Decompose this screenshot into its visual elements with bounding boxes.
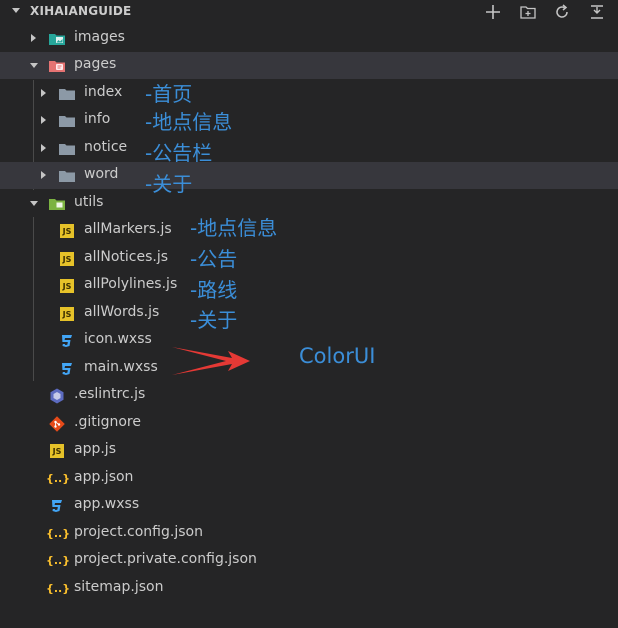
annotation-allmarkers: -地点信息 — [190, 216, 278, 240]
tree-item-label: allMarkers.js — [84, 221, 172, 237]
red-arrow-icon — [170, 344, 252, 382]
js-file-icon: JS — [58, 305, 76, 323]
tree-item-label: app.wxss — [74, 496, 140, 512]
tree-item-word[interactable]: word — [0, 162, 618, 189]
tree-item-eslintrc[interactable]: .eslintrc.js — [0, 382, 618, 409]
tree-item-label: project.config.json — [74, 524, 203, 540]
tree-item-sitemap[interactable]: {..} sitemap.json — [0, 575, 618, 602]
tree-item-label: word — [84, 166, 119, 182]
json-file-icon: {..} — [46, 472, 71, 485]
chevron-right-icon — [31, 34, 36, 42]
tree-item-images[interactable]: images — [0, 25, 618, 52]
chevron-right-icon — [41, 171, 46, 179]
images-folder-icon — [48, 30, 66, 48]
annotation-allnotices: -公告 — [190, 247, 238, 271]
chevron-down-icon — [30, 201, 38, 206]
eslint-icon — [48, 387, 66, 405]
collapse-chevron-icon[interactable] — [12, 8, 20, 13]
tree-item-label: app.js — [74, 441, 116, 457]
tree-item-label: images — [74, 29, 125, 45]
tree-item-allpolylines[interactable]: JS allPolylines.js — [0, 272, 618, 299]
tree-item-label: notice — [84, 139, 128, 155]
js-file-icon: JS — [58, 222, 76, 240]
tree-item-pages[interactable]: pages — [0, 52, 618, 79]
tree-item-label: icon.wxss — [84, 331, 152, 347]
git-icon — [48, 415, 66, 433]
tree-item-label: allWords.js — [84, 304, 160, 320]
tree-item-label: main.wxss — [84, 359, 158, 375]
tree-item-info[interactable]: info — [0, 107, 618, 134]
js-badge: JS — [60, 307, 74, 321]
tree-item-label: app.json — [74, 469, 134, 485]
tree-item-app-js[interactable]: JS app.js — [0, 437, 618, 464]
tree-item-label: allNotices.js — [84, 249, 169, 265]
tree-item-app-json[interactable]: {..} app.json — [0, 465, 618, 492]
new-file-icon[interactable] — [484, 3, 502, 21]
folder-icon — [58, 85, 76, 103]
chevron-right-icon — [41, 89, 46, 97]
tree-item-label: allPolylines.js — [84, 276, 178, 292]
css-file-icon — [58, 332, 76, 350]
new-folder-icon[interactable] — [519, 3, 537, 21]
tree-item-label: pages — [74, 56, 117, 72]
js-file-icon: JS — [58, 250, 76, 268]
js-file-icon: JS — [48, 442, 66, 460]
js-badge: JS — [60, 224, 74, 238]
tree-item-project-config[interactable]: {..} project.config.json — [0, 520, 618, 547]
explorer-header: XIHAIANGUIDE — [0, 0, 618, 24]
css-file-icon — [48, 497, 66, 515]
js-badge: JS — [50, 444, 64, 458]
css-file-icon — [58, 360, 76, 378]
chevron-right-icon — [41, 144, 46, 152]
folder-icon — [58, 112, 76, 130]
tree-item-project-private-config[interactable]: {..} project.private.config.json — [0, 547, 618, 574]
json-file-icon: {..} — [46, 554, 71, 567]
tree-item-label: index — [84, 84, 123, 100]
utils-folder-icon — [48, 195, 66, 213]
tree-item-label: info — [84, 111, 111, 127]
tree-item-utils[interactable]: utils — [0, 190, 618, 217]
tree-item-notice[interactable]: notice — [0, 135, 618, 162]
tree-item-label: .eslintrc.js — [74, 386, 146, 402]
tree-item-app-wxss[interactable]: app.wxss — [0, 492, 618, 519]
tree-item-label: sitemap.json — [74, 579, 164, 595]
chevron-right-icon — [41, 116, 46, 124]
tree-item-allmarkers[interactable]: JS allMarkers.js — [0, 217, 618, 244]
tree-item-label: .gitignore — [74, 414, 141, 430]
chevron-down-icon — [30, 63, 38, 68]
js-badge: JS — [60, 252, 74, 266]
annotation-info: -地点信息 — [145, 110, 233, 134]
pages-folder-icon — [48, 57, 66, 75]
json-file-icon: {..} — [46, 582, 71, 595]
annotation-colorui: ColorUI — [299, 344, 376, 368]
annotation-allpolylines: -路线 — [190, 278, 238, 302]
explorer-title: XIHAIANGUIDE — [30, 4, 132, 18]
collapse-all-icon[interactable] — [588, 3, 606, 21]
tree-item-index[interactable]: index — [0, 80, 618, 107]
tree-item-label: utils — [74, 194, 104, 210]
tree-item-allwords[interactable]: JS allWords.js — [0, 300, 618, 327]
folder-icon — [58, 167, 76, 185]
js-file-icon: JS — [58, 277, 76, 295]
folder-icon — [58, 140, 76, 158]
tree-item-allnotices[interactable]: JS allNotices.js — [0, 245, 618, 272]
tree-item-gitignore[interactable]: .gitignore — [0, 410, 618, 437]
refresh-icon[interactable] — [553, 3, 571, 21]
json-file-icon: {..} — [46, 527, 71, 540]
annotation-index: -首页 — [145, 82, 193, 106]
js-badge: JS — [60, 279, 74, 293]
tree-item-label: project.private.config.json — [74, 551, 257, 567]
